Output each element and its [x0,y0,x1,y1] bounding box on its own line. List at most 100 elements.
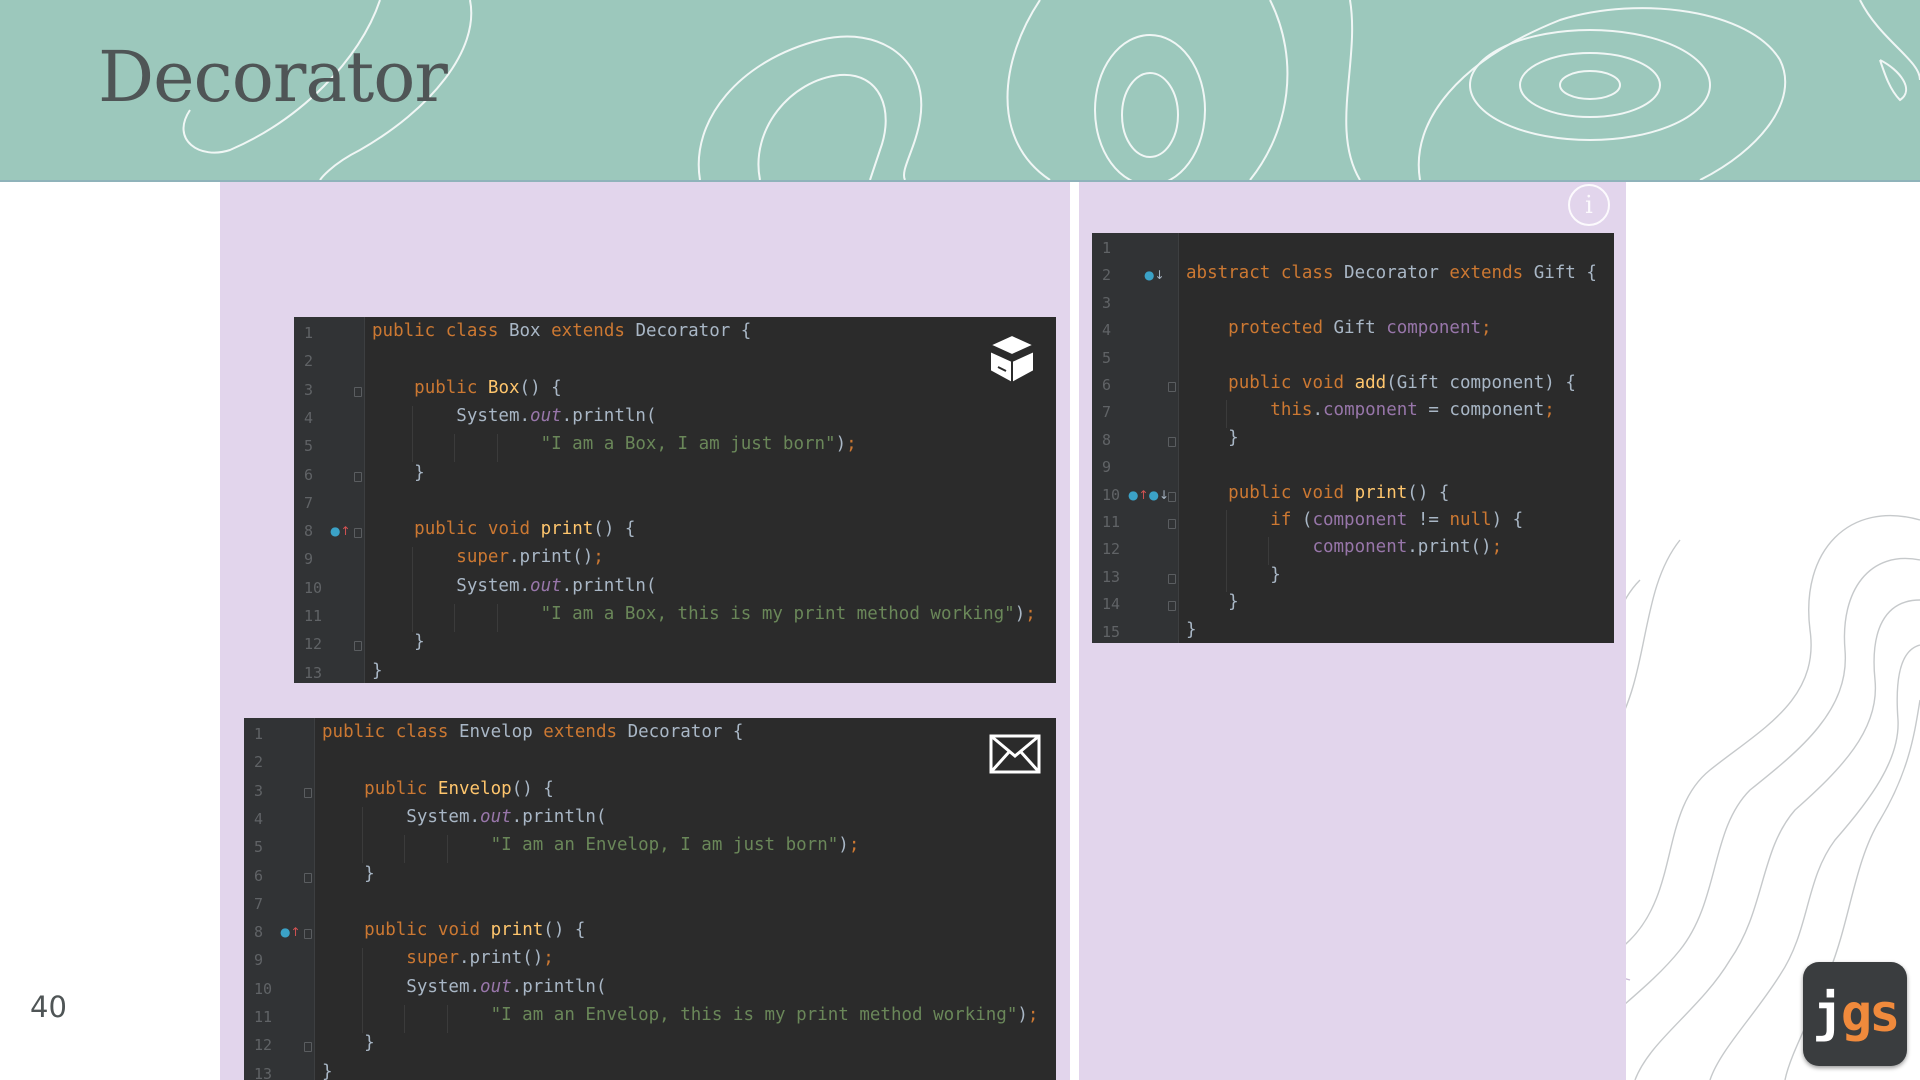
line-number: 5 [304,437,314,456]
line-number: 11 [254,1008,273,1026]
code-line: } [1186,427,1239,448]
override-marker-icon[interactable]: ●↑ [280,925,301,939]
line-number: 4 [254,809,264,828]
override-implemented-marker-icon[interactable]: ●↑●↓ [1128,488,1169,502]
code-line: if (component != null) { [1270,510,1524,530]
line-number: 10 [254,979,273,998]
line-number: 5 [1102,348,1112,367]
code-line: public class Envelop extends Decorator { [322,722,744,742]
code-line: } [1186,619,1197,640]
logo-gs: gs [1840,984,1901,1044]
line-number: 12 [1102,540,1121,559]
line-number: 10 [1102,485,1121,504]
code-line: System.out.println( [372,575,657,596]
code-line: public void print() { [364,920,586,941]
line-number: 7 [1102,403,1112,422]
code-line: } [322,1033,375,1054]
line-number: 12 [304,635,323,654]
line-number: 13 [254,1064,273,1080]
line-number: 4 [304,408,314,427]
line-number: 8 [1102,430,1112,449]
line-number: 2 [254,753,264,772]
line-number: 7 [304,493,314,512]
code-line: public void print() { [1228,482,1450,503]
envelope-icon [989,734,1041,774]
fold-marker-icon[interactable] [1168,519,1176,529]
code-line: "I am an Envelop, this is my print metho… [490,1005,1039,1025]
fold-marker-icon[interactable] [304,929,312,940]
fold-marker-icon[interactable] [304,872,312,883]
fold-marker-icon[interactable] [1168,436,1176,447]
line-number: 4 [1102,321,1112,340]
info-icon[interactable]: i [1568,184,1610,226]
code-line: "I am a Box, this is my print method wor… [540,604,1036,624]
code-line: System.out.println( [372,405,657,426]
line-number: 1 [1102,239,1112,257]
fold-marker-icon[interactable] [354,528,362,539]
code-line: } [372,660,383,681]
line-number: 8 [254,923,264,942]
line-number: 13 [1102,567,1121,586]
code-line: public void print() { [414,519,636,540]
line-number: 5 [254,838,264,857]
code-line: } [322,863,375,884]
fold-marker-icon[interactable] [1168,573,1176,584]
page-title: Decorator [98,36,448,118]
fold-marker-icon[interactable] [354,641,362,652]
line-number: 3 [304,380,314,399]
code-line: public Envelop() { [364,778,554,799]
code-block-box: 1 public class Box extends Decorator {2 3 … [294,317,1056,683]
implemented-marker-icon[interactable]: ●↓ [1144,268,1165,282]
code-line: System.out.println( [322,806,607,827]
jgs-logo: jgs [1803,962,1907,1066]
override-marker-icon[interactable]: ●↑ [330,524,351,538]
code-line: super.print(); [456,547,604,568]
line-number: 14 [1102,595,1121,614]
logo-j: j [1812,984,1844,1044]
fold-marker-icon[interactable] [304,1042,312,1053]
line-number: 13 [304,663,323,682]
line-number: 9 [304,550,314,569]
code-line: } [322,1061,333,1080]
line-number: 6 [254,866,264,885]
code-line: } [1186,592,1239,613]
fold-marker-icon[interactable] [1168,382,1176,392]
fold-marker-icon[interactable] [354,471,362,482]
line-number: 2 [1102,266,1112,285]
fold-marker-icon[interactable] [304,787,312,798]
code-line: protected Gift component; [1228,318,1492,339]
fold-marker-icon[interactable] [1168,491,1176,502]
line-number: 7 [254,894,264,913]
code-line: super.print(); [406,948,554,969]
line-number: 11 [304,607,323,625]
line-number: 1 [254,725,264,743]
line-number: 12 [254,1036,273,1055]
code-line: public class Box extends Decorator { [372,321,752,341]
line-number: 8 [304,522,314,541]
code-line: "I am an Envelop, I am just born"); [490,835,860,856]
code-line: public void add(Gift component) { [1228,373,1576,393]
code-line: public Box() { [414,377,562,398]
code-block-envelop: 1 public class Envelop extends Decorator … [244,718,1056,1080]
code-line: } [372,632,425,653]
line-number: 1 [304,324,314,342]
line-number: 15 [1102,622,1121,641]
line-number: 9 [254,951,264,970]
code-line: abstract class Decorator extends Gift { [1186,263,1597,284]
code-line: "I am a Box, I am just born"); [540,434,857,455]
box-icon [989,334,1035,384]
line-number: 10 [304,578,323,597]
fold-marker-icon[interactable] [1168,601,1176,612]
line-number: 9 [1102,458,1112,477]
code-block-decorator: 1 2 abstract class Decorator extends Gift … [1092,233,1614,643]
line-number: 6 [304,465,314,484]
code-line: System.out.println( [322,976,607,997]
line-number: 3 [254,781,264,800]
code-line: this.component = component; [1270,400,1555,421]
fold-marker-icon[interactable] [354,386,362,397]
line-number: 11 [1102,513,1121,531]
code-line: } [372,462,425,483]
page-number: 40 [30,990,67,1024]
line-number: 3 [1102,293,1112,312]
line-number: 6 [1102,376,1112,394]
